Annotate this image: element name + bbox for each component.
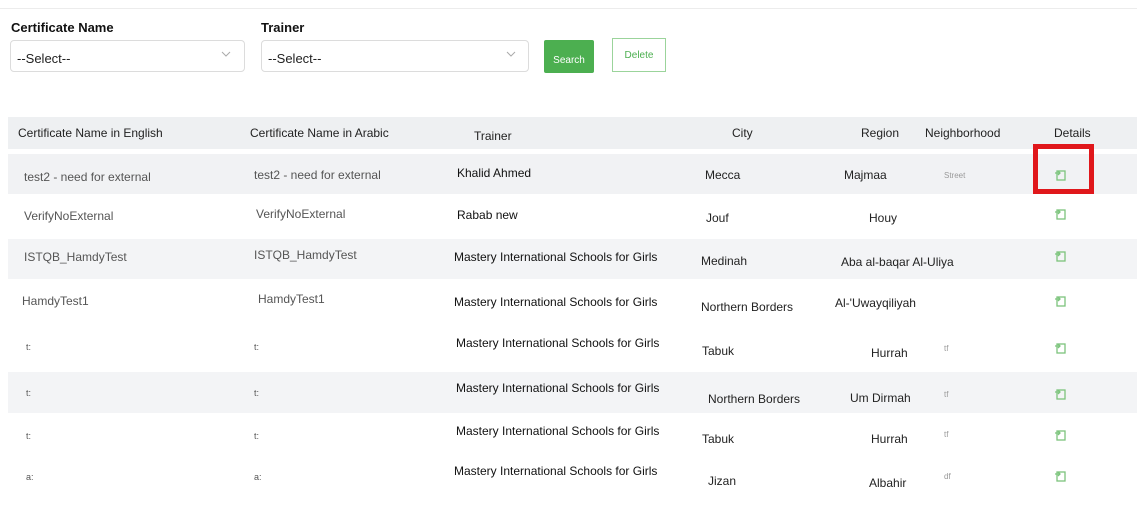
cell-city: Tabuk xyxy=(702,344,735,358)
cell-trainer: Mastery International Schools for Girls xyxy=(454,250,658,264)
cell-trainer: Mastery International Schools for Girls xyxy=(456,424,660,438)
trainer-label: Trainer xyxy=(261,20,305,35)
cell-trainer: Mastery International Schools for Girls xyxy=(456,381,660,395)
cell-region: Hurrah xyxy=(871,346,908,360)
table-header: Certificate Name in English Certificate … xyxy=(8,117,1137,149)
cell-city: Northern Borders xyxy=(708,392,801,406)
cell-region: Majmaa xyxy=(844,168,887,182)
cell-name-en: ISTQB_HamdyTest xyxy=(24,250,127,264)
cell-city: Mecca xyxy=(705,168,741,182)
cell-name-ar: test2 - need for external xyxy=(254,168,381,182)
cell-trainer: Mastery International Schools for Girls xyxy=(454,464,658,478)
cell-trainer: Khalid Ahmed xyxy=(457,166,532,180)
certificate-name-select[interactable]: --Select-- xyxy=(10,40,245,72)
cell-neighborhood: tf xyxy=(944,344,949,353)
table-row: HamdyTest1 HamdyTest1 Mastery Internatio… xyxy=(8,283,1137,323)
certificate-name-label: Certificate Name xyxy=(11,20,114,35)
table-row: a: a: Mastery International Schools for … xyxy=(8,458,1137,498)
details-edit-icon[interactable] xyxy=(1054,294,1068,308)
header-name-en: Certificate Name in English xyxy=(18,126,163,140)
cell-name-en: VerifyNoExternal xyxy=(24,209,114,223)
header-details: Details xyxy=(1054,126,1091,140)
top-divider xyxy=(0,8,1137,9)
search-button[interactable]: Search xyxy=(544,40,594,73)
cell-neighborhood: Street xyxy=(944,171,966,180)
chevron-down-icon xyxy=(221,51,231,57)
cell-name-en: test2 - need for external xyxy=(24,170,151,184)
cell-neighborhood: tf xyxy=(944,430,949,439)
delete-button[interactable]: Delete xyxy=(612,38,666,72)
details-edit-icon[interactable] xyxy=(1054,469,1068,483)
cell-city: Medinah xyxy=(701,254,748,268)
cell-city: Northern Borders xyxy=(701,300,794,314)
header-name-ar: Certificate Name in Arabic xyxy=(250,126,389,140)
cell-name-en: HamdyTest1 xyxy=(22,294,89,308)
table-row: test2 - need for external test2 - need f… xyxy=(8,154,1137,194)
table-row: ISTQB_HamdyTest ISTQB_HamdyTest Mastery … xyxy=(8,239,1137,279)
cell-name-ar: ISTQB_HamdyTest xyxy=(254,248,357,262)
certificate-select-value: --Select-- xyxy=(17,51,71,66)
cell-city: Tabuk xyxy=(702,432,735,446)
header-city: City xyxy=(732,126,753,140)
cell-name-ar: t: xyxy=(254,388,260,398)
cell-name-en: t: xyxy=(26,342,32,352)
cell-neighborhood: tf xyxy=(944,390,949,399)
cell-name-en: t: xyxy=(26,431,32,441)
chevron-down-icon xyxy=(506,51,516,57)
cell-name-ar: a: xyxy=(254,472,262,482)
table-row: t: t: Mastery International Schools for … xyxy=(8,372,1137,413)
cell-name-ar: t: xyxy=(254,431,260,441)
details-edit-icon[interactable] xyxy=(1054,387,1068,401)
cell-name-ar: VerifyNoExternal xyxy=(256,207,346,221)
details-highlight-box xyxy=(1033,144,1094,194)
cell-trainer: Rabab new xyxy=(457,208,518,222)
cell-region: Al-'Uwayqiliyah xyxy=(835,296,916,310)
header-neighborhood: Neighborhood xyxy=(925,126,1001,140)
cell-name-en: a: xyxy=(26,472,34,482)
cell-name-en: t: xyxy=(26,388,32,398)
cell-city: Jouf xyxy=(706,211,729,225)
cell-region: Hurrah xyxy=(871,432,908,446)
trainer-select-value: --Select-- xyxy=(268,51,322,66)
cell-region: Albahir xyxy=(869,476,907,490)
cell-region: Houy xyxy=(869,211,898,225)
cell-name-ar: HamdyTest1 xyxy=(258,292,325,306)
table-row: t: t: Mastery International Schools for … xyxy=(8,415,1137,457)
details-edit-icon[interactable] xyxy=(1054,428,1068,442)
table-row: t: t: Mastery International Schools for … xyxy=(8,329,1137,369)
cell-region: Um Dirmah xyxy=(850,391,911,405)
table-row: VerifyNoExternal VerifyNoExternal Rabab … xyxy=(8,199,1137,234)
details-edit-icon[interactable] xyxy=(1054,249,1068,263)
details-edit-icon[interactable] xyxy=(1054,207,1068,221)
cell-trainer: Mastery International Schools for Girls xyxy=(454,295,658,309)
cell-city: Jizan xyxy=(708,474,737,488)
trainer-select[interactable]: --Select-- xyxy=(261,40,529,72)
cell-name-ar: t: xyxy=(254,342,260,352)
cell-region: Aba al-baqar Al-Uliya xyxy=(841,255,954,269)
cell-trainer: Mastery International Schools for Girls xyxy=(456,336,660,350)
details-edit-icon[interactable] xyxy=(1054,341,1068,355)
cell-neighborhood: df xyxy=(944,472,951,481)
header-trainer: Trainer xyxy=(474,129,512,143)
header-region: Region xyxy=(861,126,900,140)
